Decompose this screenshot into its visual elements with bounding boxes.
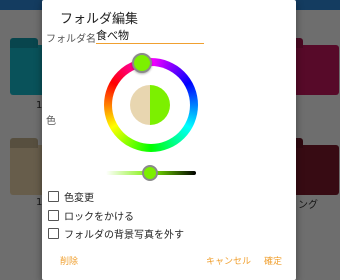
- color-wheel-picker[interactable]: [104, 53, 198, 152]
- folder-name-input[interactable]: [96, 27, 204, 44]
- color-change-option[interactable]: 色変更: [48, 189, 94, 204]
- delete-button[interactable]: 削除: [60, 254, 78, 267]
- color-preview-swatch[interactable]: [130, 85, 170, 125]
- lock-checkbox[interactable]: [48, 210, 59, 221]
- hue-ring-handle[interactable]: [132, 53, 152, 73]
- checkbox-label: フォルダの背景写真を外す: [64, 230, 184, 241]
- color-label: 色: [46, 116, 56, 127]
- folder-edit-dialog: フォルダ編集 フォルダ名 色 色変更 ロックをかける フォルダの背景写真を外す …: [42, 0, 296, 280]
- remove-background-photo-option[interactable]: フォルダの背景写真を外す: [48, 226, 184, 241]
- slider-handle[interactable]: [142, 165, 158, 181]
- checkbox-label: ロックをかける: [64, 212, 134, 223]
- folder-name-label: フォルダ名: [46, 34, 96, 45]
- color-change-checkbox[interactable]: [48, 191, 59, 202]
- ok-button[interactable]: 確定: [264, 254, 282, 267]
- cancel-button[interactable]: キャンセル: [206, 254, 251, 267]
- remove-background-photo-checkbox[interactable]: [48, 228, 59, 239]
- dialog-title: フォルダ編集: [60, 12, 139, 27]
- checkbox-label: 色変更: [64, 193, 94, 204]
- lock-option[interactable]: ロックをかける: [48, 208, 134, 223]
